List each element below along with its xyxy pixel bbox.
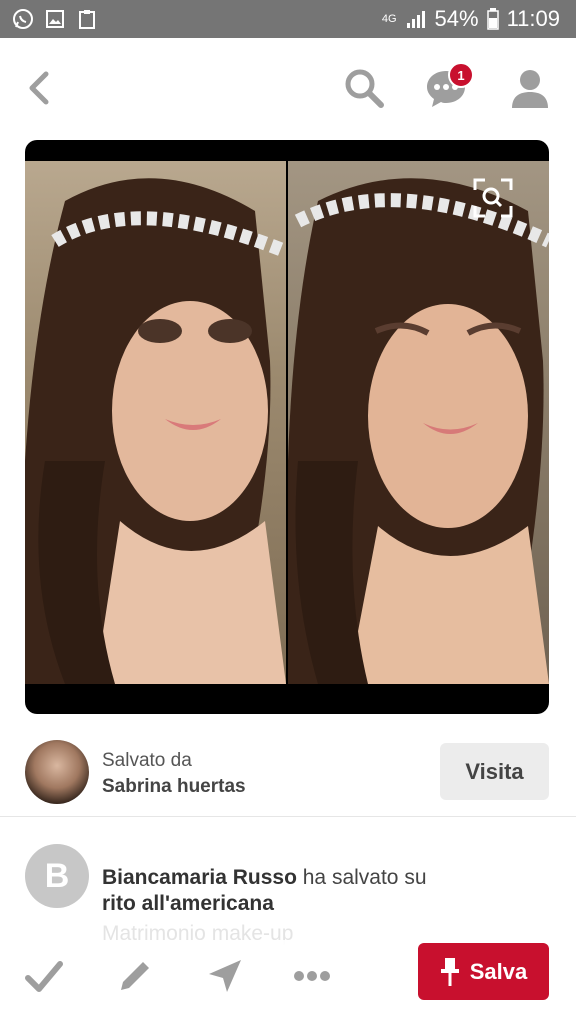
photo-right xyxy=(288,161,549,684)
check-icon[interactable] xyxy=(24,956,64,996)
saved-by-label: Salvato da xyxy=(102,750,192,771)
network-type: 4G xyxy=(381,13,397,25)
signal-icon xyxy=(406,11,425,28)
battery-percent: 54% xyxy=(434,6,479,31)
avatar[interactable] xyxy=(25,740,89,804)
pin-icon xyxy=(440,957,459,986)
expand-icon[interactable] xyxy=(471,176,515,220)
save-button[interactable]: Salva xyxy=(418,943,549,1000)
search-icon[interactable] xyxy=(342,66,386,110)
chevron-left-icon[interactable] xyxy=(20,68,60,108)
saved-by-row: Salvato da Sabrina huertas Visita xyxy=(0,730,576,816)
activity-row: B Biancamaria Russo ha salvato su rito a… xyxy=(0,830,576,950)
bride-portrait-right xyxy=(288,178,549,684)
action-bar: Salva xyxy=(0,940,576,1024)
status-bar: 4G 54% 11:09 xyxy=(0,0,576,38)
board-name[interactable]: rito all'americana xyxy=(102,892,274,916)
bride-portrait-left xyxy=(25,178,286,684)
clock: 11:09 xyxy=(506,6,560,31)
photo-left xyxy=(25,161,286,684)
clipboard-icon xyxy=(76,8,98,30)
activity-user-name[interactable]: Biancamaria Russo xyxy=(102,866,297,889)
notification-badge: 1 xyxy=(448,62,474,88)
divider xyxy=(0,816,576,817)
battery-icon xyxy=(486,8,499,30)
save-label: Salva xyxy=(469,958,528,984)
edit-icon[interactable] xyxy=(115,956,155,996)
more-icon[interactable] xyxy=(292,956,332,996)
gallery-icon xyxy=(44,8,66,30)
activity-text: Biancamaria Russo ha salvato su xyxy=(102,866,427,890)
send-icon[interactable] xyxy=(205,956,245,996)
status-notifications xyxy=(12,8,98,30)
user-avatar[interactable]: B xyxy=(25,844,89,908)
top-nav: 1 xyxy=(0,38,576,138)
saver-name[interactable]: Sabrina huertas xyxy=(102,776,246,798)
whatsapp-icon xyxy=(12,8,34,30)
pin-image[interactable] xyxy=(25,140,549,714)
visit-button[interactable]: Visita xyxy=(440,743,549,800)
profile-icon[interactable] xyxy=(508,66,552,110)
activity-action: ha salvato su xyxy=(296,866,427,889)
